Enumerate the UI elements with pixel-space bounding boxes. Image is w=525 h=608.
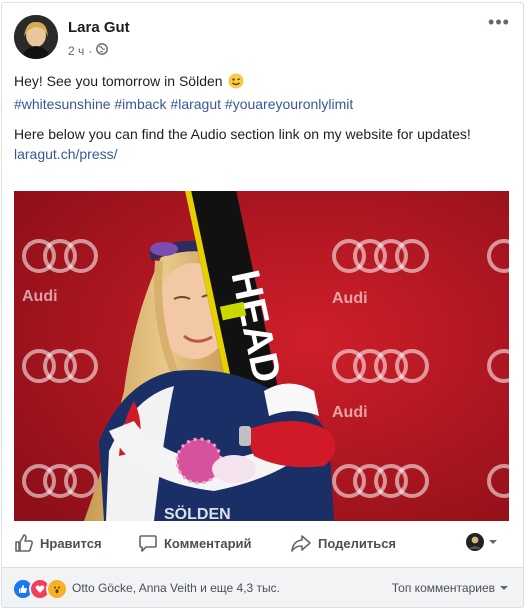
reactions-count[interactable]: Otto Göcke, Anna Veith и еще 4,3 тыс. bbox=[72, 581, 280, 595]
avatar[interactable] bbox=[14, 15, 58, 59]
share-icon bbox=[290, 533, 312, 553]
wow-reaction-icon bbox=[46, 578, 68, 600]
post-footer: Otto Göcke, Anna Veith и еще 4,3 тыс. То… bbox=[2, 568, 523, 607]
meta-dot: · bbox=[88, 43, 93, 58]
post-line-1: Hey! See you tomorrow in Sölden bbox=[14, 71, 509, 94]
post-hashtags[interactable]: #whitesunshine #imback #laragut #youarey… bbox=[14, 94, 509, 114]
chevron-down-icon bbox=[499, 581, 509, 595]
like-button[interactable]: Нравится bbox=[14, 533, 102, 553]
comment-sort-label: Топ комментариев bbox=[391, 581, 495, 595]
comment-button[interactable]: Комментарий bbox=[138, 533, 252, 553]
audi-text: Audi bbox=[332, 290, 368, 307]
share-label: Поделиться bbox=[318, 535, 397, 551]
post-time[interactable]: 2 ч bbox=[68, 44, 84, 58]
more-icon[interactable]: ••• bbox=[487, 13, 511, 35]
post-meta: 2 ч · bbox=[68, 43, 109, 58]
audi-text: Audi bbox=[332, 404, 368, 421]
like-icon bbox=[14, 533, 34, 553]
globe-icon[interactable] bbox=[96, 43, 109, 58]
post-header: Lara Gut 2 ч · ••• bbox=[2, 3, 523, 65]
share-button[interactable]: Поделиться bbox=[290, 533, 396, 553]
like-label: Нравится bbox=[40, 535, 102, 551]
comment-label: Комментарий bbox=[164, 535, 252, 551]
post-card: Lara Gut 2 ч · ••• Hey! See you tomorrow… bbox=[1, 2, 524, 608]
audience-selector[interactable] bbox=[466, 533, 498, 551]
post-line-2: Here below you can find the Audio sectio… bbox=[14, 126, 471, 142]
chevron-down-icon bbox=[488, 538, 498, 546]
reaction-icons[interactable] bbox=[12, 578, 68, 600]
post-actions: Нравится Комментарий Поделиться bbox=[2, 523, 523, 563]
comment-icon bbox=[138, 533, 158, 553]
post-greeting: Hey! See you tomorrow in Sölden bbox=[14, 73, 223, 89]
post-text: Hey! See you tomorrow in Sölden #whitesu… bbox=[14, 71, 509, 164]
audi-text: Audi bbox=[22, 288, 58, 305]
post-photo[interactable]: Audi Audi Audi HEAD SÖLDEN bbox=[14, 191, 509, 521]
comment-sort-dropdown[interactable]: Топ комментариев bbox=[392, 581, 509, 595]
wink-emoji-icon bbox=[228, 73, 244, 94]
author-name[interactable]: Lara Gut bbox=[68, 19, 130, 36]
post-url-link[interactable]: laragut.ch/press/ bbox=[14, 144, 509, 164]
mini-avatar bbox=[466, 533, 484, 551]
photo-bottom-text: SÖLDEN bbox=[164, 504, 231, 521]
